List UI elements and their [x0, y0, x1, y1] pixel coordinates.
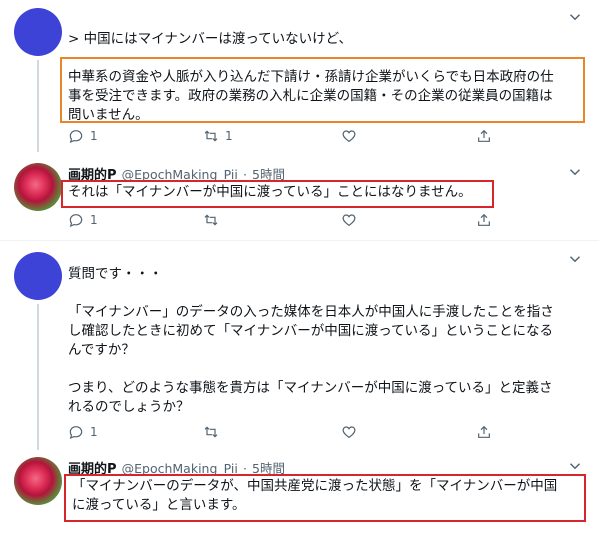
share-icon	[476, 128, 492, 144]
tweet-actions: 1 1	[68, 128, 498, 146]
retweet-button[interactable]: 1	[203, 128, 233, 144]
reply-button[interactable]: 1	[68, 128, 98, 144]
like-button[interactable]	[341, 128, 357, 144]
share-button[interactable]	[476, 128, 492, 144]
reply-count: 1	[90, 213, 98, 227]
avatar[interactable]	[14, 163, 62, 211]
avatar[interactable]	[14, 457, 62, 505]
avatar[interactable]	[14, 8, 62, 56]
like-icon	[341, 212, 357, 228]
tweet-actions: 1	[68, 424, 498, 442]
reply-icon	[68, 424, 84, 440]
thread-line	[37, 60, 39, 152]
retweet-button[interactable]	[203, 424, 219, 440]
retweet-icon	[203, 128, 219, 144]
tweet-text: 質問です・・・ 「マイナンバー」のデータの入った媒体を日本人が中国人に手渡したこ…	[68, 266, 554, 415]
retweet-count: 1	[225, 129, 233, 143]
thread-line	[37, 304, 39, 450]
reply-button[interactable]: 1	[68, 424, 98, 440]
retweet-icon	[203, 424, 219, 440]
tweet-text: 「マイナンバーのデータが、中国共産党に渡った状態」を「マイナンバーが中国 に渡っ…	[72, 478, 558, 513]
reply-button[interactable]: 1	[68, 212, 98, 228]
tweet-text: それは「マイナンバーが中国に渡っている」ことにはなりません。	[68, 184, 472, 200]
chevron-down-icon[interactable]	[566, 8, 584, 26]
like-icon	[341, 424, 357, 440]
retweet-button[interactable]	[203, 212, 219, 228]
like-icon	[341, 128, 357, 144]
share-icon	[476, 212, 492, 228]
share-button[interactable]	[476, 212, 492, 228]
chevron-down-icon[interactable]	[566, 163, 584, 181]
reply-icon	[68, 212, 84, 228]
like-button[interactable]	[341, 424, 357, 440]
reply-count: 1	[90, 425, 98, 439]
reply-icon	[68, 128, 84, 144]
share-icon	[476, 424, 492, 440]
share-button[interactable]	[476, 424, 492, 440]
tweet-actions: 1	[68, 212, 498, 230]
reply-count: 1	[90, 129, 98, 143]
chevron-down-icon[interactable]	[566, 457, 584, 475]
avatar[interactable]	[14, 252, 62, 300]
like-button[interactable]	[341, 212, 357, 228]
tweet-text: > 中国にはマイナンバーは渡っていないけど、 中華系の資金や人脈が入り込んだ下請…	[68, 31, 554, 123]
divider	[0, 240, 599, 241]
retweet-icon	[203, 212, 219, 228]
